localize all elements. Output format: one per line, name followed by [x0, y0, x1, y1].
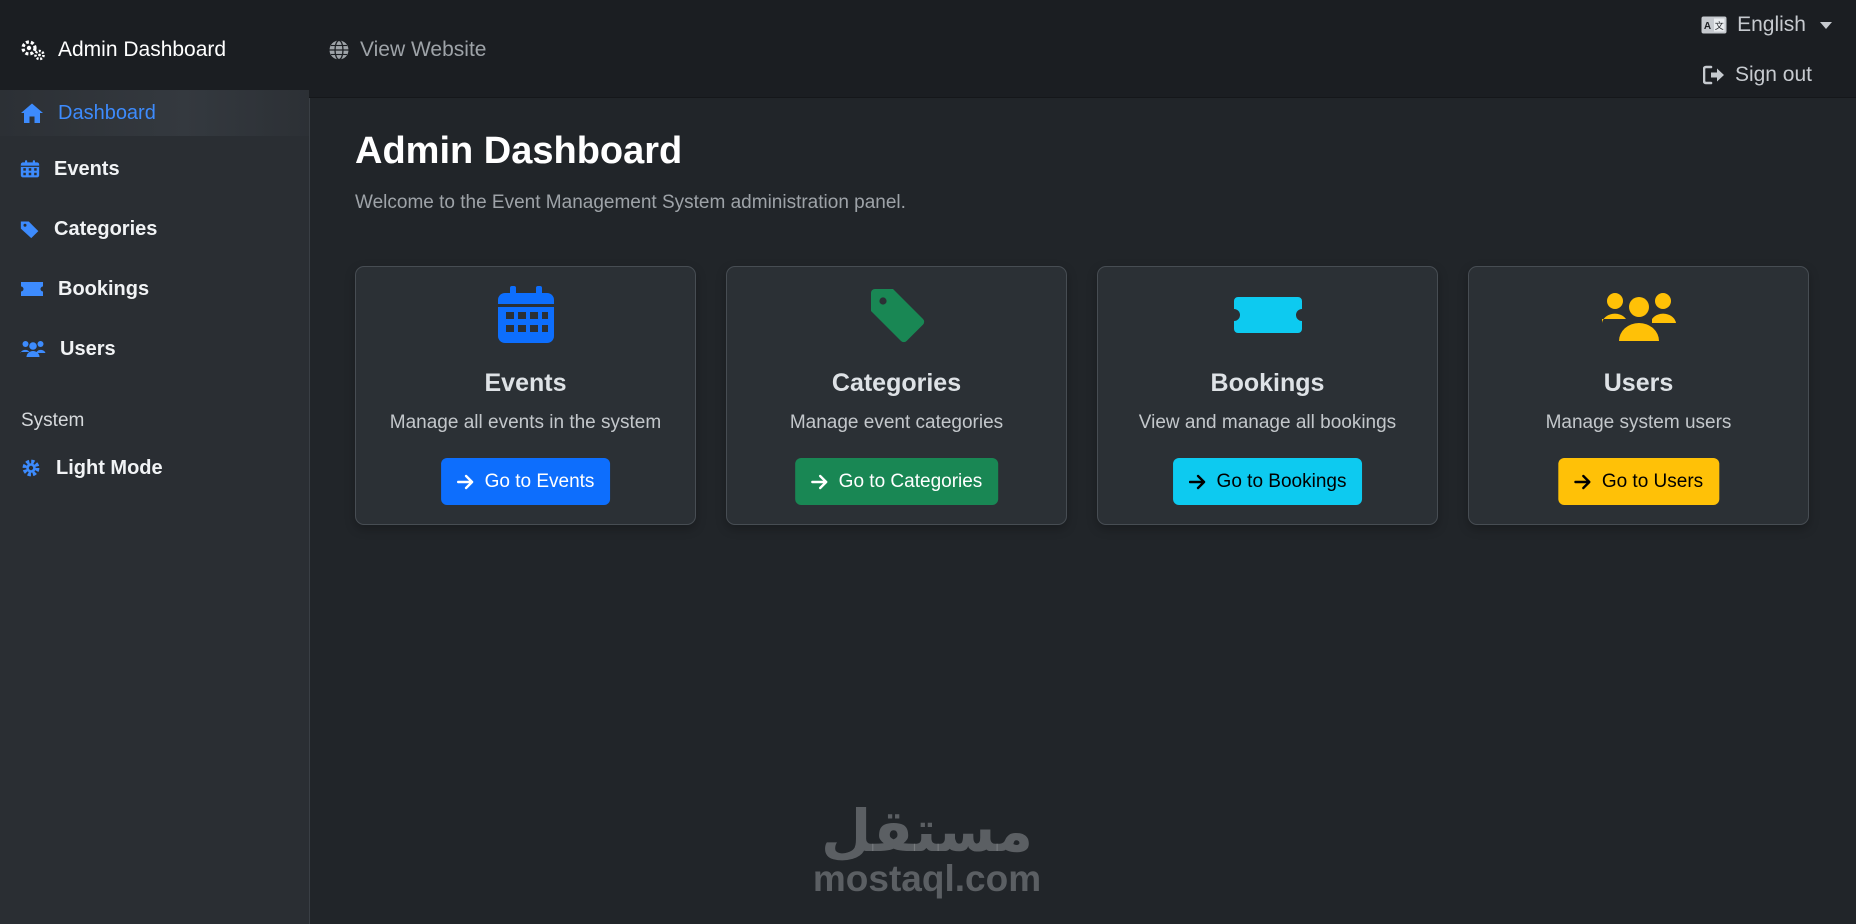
svg-text:A: A	[1704, 21, 1711, 32]
tag-icon	[870, 289, 924, 343]
button-label: Go to Bookings	[1216, 470, 1347, 492]
sidebar-item-bookings[interactable]: Bookings	[0, 269, 309, 309]
globe-icon	[329, 39, 349, 61]
card-title: Categories	[831, 369, 962, 397]
button-label: Go to Events	[484, 470, 595, 492]
card-description: Manage event categories	[789, 412, 1004, 433]
button-label: Go to Users	[1601, 470, 1704, 492]
go-to-categories-button[interactable]: Go to Categories	[794, 458, 999, 505]
card-description: Manage all events in the system	[389, 412, 662, 433]
card-bookings: Bookings View and manage all bookings Go…	[1097, 266, 1438, 525]
go-to-events-button[interactable]: Go to Events	[440, 458, 611, 505]
watermark-arabic: مستقل	[820, 797, 1034, 865]
watermark-latin: mostaql.com	[812, 858, 1042, 899]
sidebar-section-system: System	[21, 410, 85, 431]
arrow-right-icon	[456, 474, 473, 489]
arrow-right-icon	[810, 474, 827, 489]
ticket-icon	[21, 282, 43, 296]
sidebar-item-events[interactable]: Events	[0, 149, 309, 189]
card-categories: Categories Manage event categories Go to…	[726, 266, 1067, 525]
language-label: English	[1737, 13, 1806, 36]
language-icon: A 文	[1701, 16, 1727, 34]
sign-out-link[interactable]: Sign out	[1702, 62, 1812, 88]
calendar-icon	[20, 160, 40, 178]
sidebar-item-label: Categories	[54, 217, 158, 240]
view-website-link[interactable]: View Website	[328, 36, 486, 64]
sidebar: Dashboard Events Categories Bookings Use…	[0, 90, 310, 924]
sidebar-item-label: Events	[54, 157, 120, 180]
sidebar-item-label: Dashboard	[58, 101, 156, 124]
arrow-right-icon	[1573, 474, 1591, 489]
card-title: Users	[1603, 369, 1674, 397]
light-mode-toggle[interactable]: Light Mode	[0, 448, 309, 488]
sidebar-item-label: Bookings	[58, 277, 150, 300]
calendar-icon	[497, 286, 554, 343]
tag-icon	[20, 221, 39, 239]
watermark: مستقل mostaql.com	[812, 800, 1042, 900]
card-users: Users Manage system users Go to Users	[1468, 266, 1809, 525]
sidebar-item-categories[interactable]: Categories	[0, 209, 309, 249]
home-icon	[21, 103, 43, 123]
chevron-down-icon	[1820, 21, 1832, 29]
sidebar-item-users[interactable]: Users	[0, 329, 309, 369]
sidebar-item-dashboard[interactable]: Dashboard	[0, 90, 309, 136]
top-navbar: Admin Dashboard View Website A 文 English…	[0, 0, 1856, 98]
card-title: Events	[484, 369, 567, 397]
users-icon	[20, 341, 46, 357]
page-subtitle: Welcome to the Event Management System a…	[355, 192, 906, 213]
brand[interactable]: Admin Dashboard	[20, 36, 226, 64]
card-events: Events Manage all events in the system G…	[355, 266, 696, 525]
button-label: Go to Categories	[838, 470, 983, 492]
gears-icon	[21, 40, 45, 61]
svg-text:文: 文	[1715, 20, 1724, 31]
view-website-label: View Website	[360, 38, 487, 61]
brand-label: Admin Dashboard	[58, 38, 227, 61]
card-title: Bookings	[1210, 369, 1325, 397]
sign-out-label: Sign out	[1734, 63, 1812, 86]
ticket-icon	[1233, 297, 1302, 333]
card-description: View and manage all bookings	[1138, 412, 1397, 433]
arrow-right-icon	[1188, 474, 1205, 489]
page-title: Admin Dashboard	[355, 130, 683, 172]
language-dropdown[interactable]: A 文 English	[1701, 12, 1832, 38]
gear-icon	[22, 459, 40, 477]
card-description: Manage system users	[1545, 412, 1732, 433]
users-icon	[1601, 293, 1676, 341]
sidebar-item-label: Users	[60, 337, 116, 360]
sign-out-icon	[1702, 65, 1724, 85]
light-mode-label: Light Mode	[56, 456, 163, 479]
go-to-bookings-button[interactable]: Go to Bookings	[1172, 458, 1363, 505]
go-to-users-button[interactable]: Go to Users	[1557, 458, 1720, 505]
